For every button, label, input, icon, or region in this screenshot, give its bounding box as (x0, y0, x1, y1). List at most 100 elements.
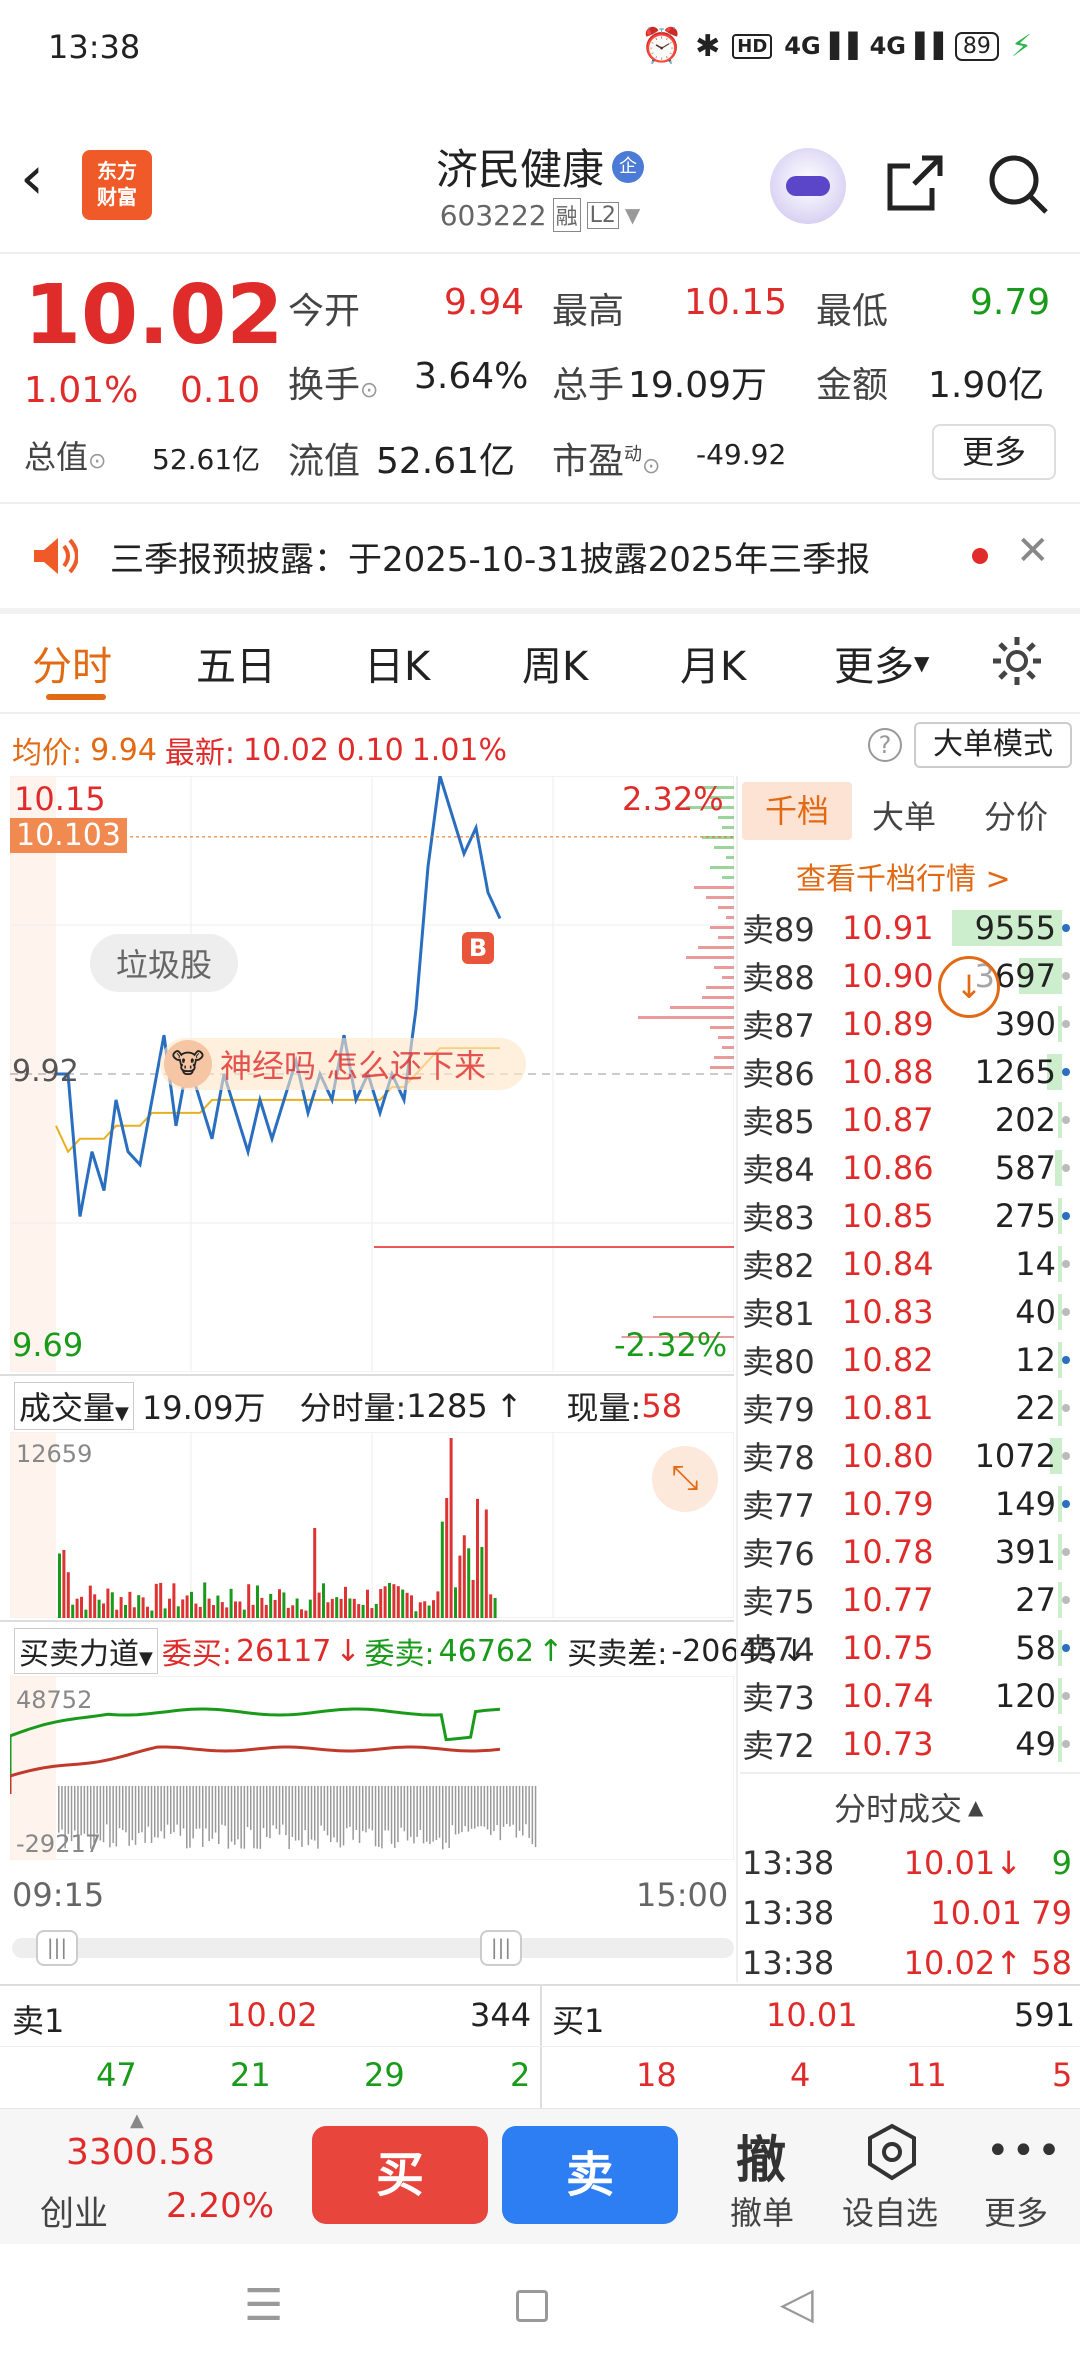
divider (740, 1772, 1080, 1774)
notice-text[interactable]: 三季报预披露：于2025-10-31披露2025年三季报 (110, 532, 870, 581)
low-value: 9.79 (970, 282, 1051, 323)
force-bar (218, 1786, 220, 1845)
share-icon[interactable] (882, 152, 946, 216)
force-bar (358, 1786, 361, 1843)
signal-4g-icon: 4G▐▐ (784, 32, 858, 60)
force-bar (122, 1786, 124, 1831)
order-dot-icon (1062, 1740, 1070, 1748)
force-bar (262, 1786, 265, 1829)
volume-bar (168, 1598, 171, 1618)
force-bar (170, 1786, 172, 1834)
tab-daily-k[interactable]: 日K (364, 634, 430, 692)
tab-monthly-k[interactable]: 月K (680, 634, 746, 692)
volume-bar (212, 1605, 215, 1618)
float-value: 52.61亿 (376, 441, 516, 482)
add-watchlist-icon[interactable] (864, 2122, 920, 2182)
force-bar (502, 1786, 505, 1827)
ask1-detail: 47 (96, 2056, 137, 2094)
force-bar (250, 1786, 252, 1830)
depth-bar (710, 1026, 734, 1029)
force-bar (429, 1786, 431, 1844)
volume-bar (190, 1591, 193, 1618)
scroll-down-icon[interactable]: ↓ (938, 956, 1000, 1018)
ask-volume: 14 (1015, 1245, 1056, 1283)
expand-icon[interactable]: ⤡ (652, 1446, 718, 1512)
close-icon[interactable]: ✕ (1016, 528, 1050, 574)
volume-bar (80, 1596, 83, 1618)
volume-bar (445, 1498, 449, 1618)
volume-select[interactable]: 成交量▼ (14, 1382, 134, 1430)
volume-bar (304, 1610, 308, 1618)
volume-bar (238, 1601, 242, 1618)
order-dot-icon (1062, 1356, 1070, 1364)
force-bar (445, 1786, 447, 1843)
force-bar (80, 1786, 82, 1836)
force-bar (493, 1786, 495, 1832)
cancel-order-label[interactable]: 撤单 (730, 2188, 794, 2234)
open-label: 今开 (288, 291, 361, 332)
side-tab-depth[interactable]: 千档 (742, 782, 852, 840)
chart-top-price: 10.15 (14, 780, 106, 818)
force-bar (291, 1786, 294, 1837)
minute-vol-value: 1285 (406, 1387, 488, 1425)
more-icon[interactable]: ••• (986, 2128, 1063, 2174)
cancel-order-icon[interactable]: 撤 (736, 2120, 786, 2192)
more-quote-button[interactable]: 更多 (932, 424, 1056, 480)
range-slider-left-handle[interactable]: ||| (36, 1930, 78, 1966)
range-slider-right-handle[interactable]: ||| (480, 1930, 522, 1966)
depth-bar (722, 1046, 734, 1049)
ask-row: 卖84 10.86 587 (742, 1144, 1076, 1192)
force-bar (442, 1786, 444, 1850)
order-dot-icon (1062, 1020, 1070, 1028)
home-nav-icon[interactable] (516, 2290, 548, 2322)
ask-price: 10.82 (842, 1341, 934, 1379)
back-nav-icon[interactable]: ◁ (780, 2278, 814, 2329)
ask-row: 卖74 10.75 58 (742, 1624, 1076, 1672)
force-select[interactable]: 买卖力道▼ (14, 1628, 158, 1674)
now-vol-value: 58 (641, 1387, 683, 1425)
buy-button[interactable]: 买 (312, 2126, 488, 2224)
comment-danmaku[interactable]: 🐮 神经吗 怎么还下来 (160, 1038, 527, 1090)
force-bar (282, 1786, 284, 1825)
menu-nav-icon[interactable]: ☰ (244, 2280, 283, 2331)
force-bar (509, 1786, 511, 1827)
depth-bar (706, 896, 734, 899)
range-slider-track[interactable] (12, 1938, 734, 1958)
search-icon[interactable] (986, 152, 1052, 218)
index-value[interactable]: 3300.58 (66, 2132, 215, 2173)
ask-price: 10.78 (842, 1533, 934, 1571)
tab-five-day[interactable]: 五日 (196, 634, 276, 692)
trades-title[interactable]: 分时成交 ▲ (834, 1784, 983, 1830)
big-order-mode-button[interactable]: 大单模式 (914, 722, 1072, 768)
charging-icon: ⚡ (1010, 28, 1032, 64)
tab-weekly-k[interactable]: 周K (522, 634, 588, 692)
high-label: 最高 (552, 291, 625, 332)
sell-button[interactable]: 卖 (502, 2126, 678, 2224)
side-tab-big-order[interactable]: 大单 (872, 792, 936, 838)
volume-bar (370, 1608, 374, 1618)
add-watchlist-label[interactable]: 设自选 (842, 2188, 938, 2234)
force-bar (131, 1786, 134, 1841)
force-bar (496, 1786, 498, 1825)
force-bar (58, 1786, 60, 1833)
side-tab-price-dist[interactable]: 分价 (984, 792, 1048, 838)
depth-bar (374, 1246, 734, 1248)
ai-assistant-icon[interactable] (770, 148, 846, 224)
more-label[interactable]: 更多 (984, 2188, 1048, 2234)
volume-bar (278, 1589, 281, 1618)
help-icon[interactable]: ? (868, 728, 902, 762)
tab-more[interactable]: 更多 ▼ (834, 634, 929, 692)
order-dot-icon (1062, 1260, 1070, 1268)
force-bar (182, 1786, 185, 1829)
settings-gear-icon[interactable] (990, 634, 1044, 688)
volume-bar (357, 1604, 361, 1618)
tab-intraday[interactable]: 分时 (32, 634, 112, 692)
volume-bar (374, 1603, 378, 1618)
comment-bubble[interactable]: 垃圾股 (90, 934, 239, 992)
volume-bar (203, 1582, 207, 1618)
bluetooth-icon: ✱ (695, 28, 721, 64)
force-bar (224, 1786, 226, 1826)
force-bar (400, 1786, 402, 1828)
volume-bar (106, 1588, 110, 1618)
view-depth-link[interactable]: 查看千档行情 > (796, 854, 1011, 898)
